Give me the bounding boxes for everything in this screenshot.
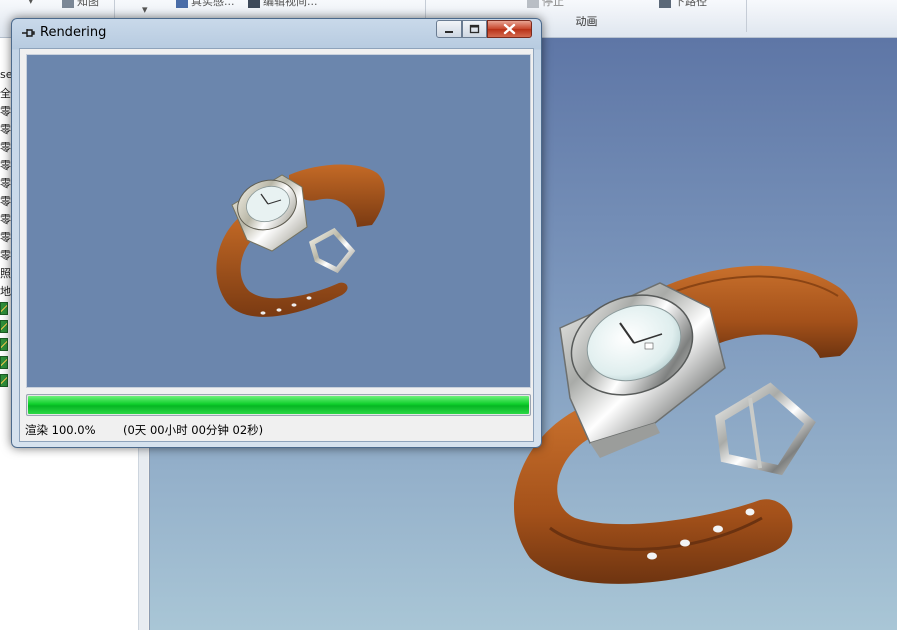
part-icon: [0, 374, 8, 387]
ribbon-button-view[interactable]: 知图: [62, 0, 99, 9]
pin-icon: [22, 29, 35, 37]
ribbon-button-stop[interactable]: 停止: [527, 0, 564, 9]
ribbon-dropdown-arrow[interactable]: ▾: [28, 0, 34, 7]
part-icon: [0, 302, 8, 315]
ribbon-button-path[interactable]: 下路径: [659, 0, 707, 9]
view-icon: [62, 0, 74, 8]
close-button[interactable]: [487, 20, 532, 38]
ribbon-button-realistic[interactable]: 真实感...: [176, 0, 235, 9]
render-progress-fill: [28, 396, 529, 414]
rendering-dialog: Rendering 渲染 100.0% (0天 00小时 00分钟 02秒): [11, 18, 542, 448]
part-icon: [0, 356, 8, 369]
render-icon: [176, 0, 188, 8]
render-status-elapsed: (0天 00小时 00分钟 02秒): [123, 423, 264, 437]
stop-icon: [527, 0, 539, 8]
minimize-icon: [445, 31, 453, 33]
camera-icon: [248, 0, 260, 8]
render-preview: [26, 54, 531, 388]
ribbon-button-edit-view[interactable]: 编辑视间...: [248, 0, 318, 9]
maximize-icon: [469, 24, 480, 34]
maximize-button[interactable]: [462, 20, 487, 38]
part-icon: [0, 338, 8, 351]
render-status-percent: 渲染 100.0%: [25, 423, 96, 437]
window-title: Rendering: [40, 25, 107, 40]
ribbon-dropdown-arrow-2[interactable]: ▾: [142, 3, 148, 16]
part-icon: [0, 320, 8, 333]
render-progress-bar: [26, 394, 531, 416]
close-icon: [503, 23, 516, 35]
buckle: [715, 382, 816, 476]
dialog-client-area: 渲染 100.0% (0天 00小时 00分钟 02秒): [19, 48, 534, 442]
path-icon: [659, 0, 671, 8]
title-bar[interactable]: Rendering: [12, 19, 541, 48]
watch-preview-image: [216, 164, 385, 317]
minimize-button[interactable]: [436, 20, 462, 38]
